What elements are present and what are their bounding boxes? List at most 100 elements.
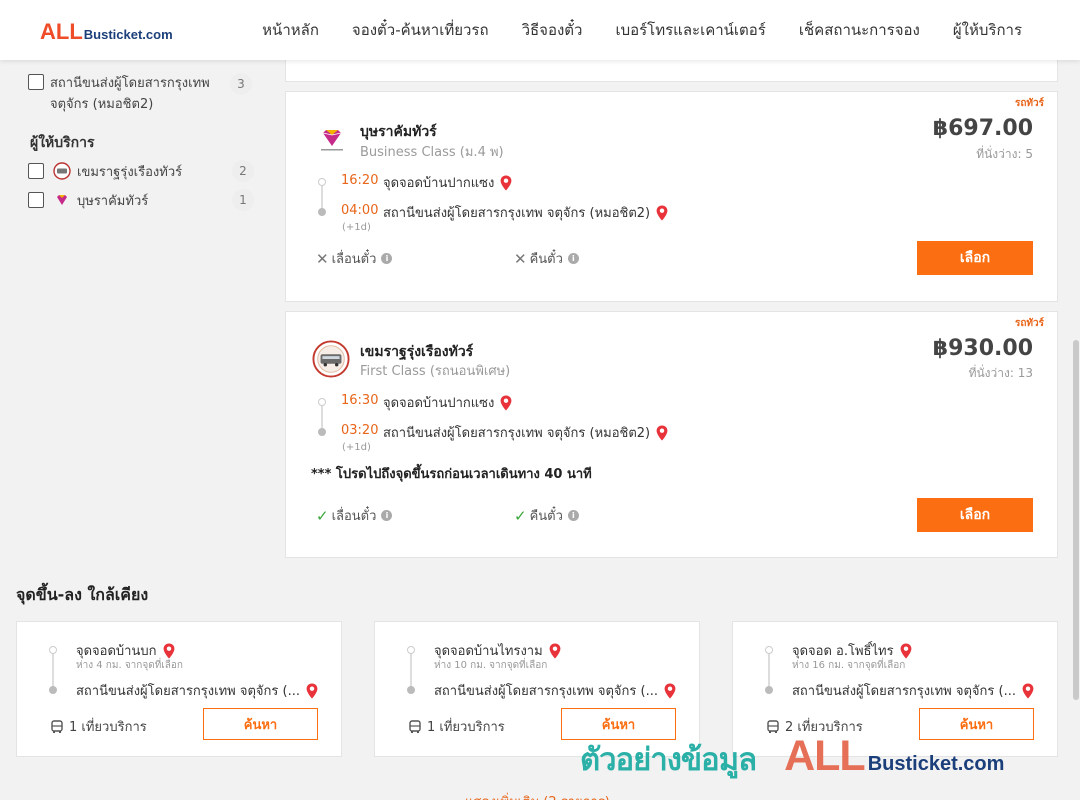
- operator-filter-row[interactable]: บุษราคัมทัวร์ 1: [28, 189, 258, 211]
- watermark-sample-text: ตัวอย่างข้อมูล: [580, 742, 757, 778]
- top-header: ALL Busticket.com หน้าหลัก จองตั๋ว-ค้นหา…: [0, 0, 1080, 60]
- from-dot: [49, 646, 57, 654]
- map-pin-icon[interactable]: [500, 175, 512, 191]
- arrive-time: 04:00: [341, 203, 379, 218]
- arrive-stop-label: สถานีขนส่งผู้โดยสารกรุงเทพ จตุจักร (หมอช…: [383, 426, 651, 441]
- trip-card: รถทัวร์ บุษราคัมทัวร์ Business Class (ม.…: [285, 91, 1058, 302]
- bus-class: Business Class (ม.4 พ): [360, 145, 504, 160]
- info-icon[interactable]: i: [381, 510, 393, 521]
- seats-available: ที่นั่งว่าง: 13: [968, 366, 1033, 380]
- refund-label: คืนตั๋ว: [529, 509, 563, 524]
- nearby-service-label: 1 เที่ยวบริการ: [427, 720, 505, 735]
- to-dot: [765, 686, 773, 694]
- arrive-stop-label: สถานีขนส่งผู้โดยสารกรุงเทพ จตุจักร (หมอช…: [383, 206, 651, 221]
- logo-busticket-text: Busticket.com: [83, 27, 173, 42]
- station-filter-label: สถานีขนส่งผู้โดยสารกรุงเทพ จตุจักร (หมอช…: [50, 76, 210, 112]
- info-icon[interactable]: i: [381, 253, 393, 264]
- from-dot: [765, 646, 773, 654]
- show-more-link[interactable]: แสดงเพิ่มเติม (2 รายการ): [465, 791, 610, 800]
- nav-book-search[interactable]: จองตั๋ว-ค้นหาเที่ยวรถ: [352, 18, 489, 42]
- nearby-service-count: 1 เที่ยวบริการ: [408, 716, 505, 737]
- site-logo[interactable]: ALL Busticket.com: [40, 19, 173, 45]
- check-icon: ✓: [514, 506, 527, 525]
- operators-filter-title: ผู้ให้บริการ: [30, 135, 95, 151]
- operator-name: บุษราคัมทัวร์: [360, 124, 437, 140]
- previous-trip-card: [285, 60, 1058, 82]
- postpone-label: เลื่อนตั๋ว: [331, 509, 377, 524]
- trip-type-tag: รถทัวร์: [1014, 98, 1044, 109]
- map-pin-icon[interactable]: [656, 425, 668, 441]
- operator-filter-row[interactable]: เขมราฐรุ่งเรืองทัวร์ 2: [28, 160, 258, 182]
- info-icon[interactable]: i: [567, 253, 579, 264]
- scrollbar-thumb[interactable]: [1073, 340, 1079, 700]
- station-filter-checkbox[interactable]: [28, 74, 44, 90]
- khemarat-tour-logo-icon: [312, 340, 350, 378]
- nearby-to-label: สถานีขนส่งผู้โดยสารกรุงเทพ จตุจักร (...: [434, 684, 658, 699]
- arrive-dot: [318, 208, 326, 216]
- bus-icon: [409, 719, 421, 733]
- operator-filter-count: 2: [232, 160, 254, 182]
- nearby-to-stop: สถานีขนส่งผู้โดยสารกรุงเทพ จตุจักร (...: [76, 680, 318, 701]
- nearby-to-label: สถานีขนส่งผู้โดยสารกรุงเทพ จตุจักร (...: [76, 684, 300, 699]
- nearby-search-button[interactable]: ค้นหา: [203, 708, 318, 740]
- map-pin-icon[interactable]: [500, 395, 512, 411]
- nearby-to-stop: สถานีขนส่งผู้โดยสารกรุงเทพ จตุจักร (...: [792, 680, 1034, 701]
- watermark: ตัวอย่างข้อมูล ALL Busticket.com: [580, 732, 1004, 784]
- map-pin-icon[interactable]: [656, 205, 668, 221]
- map-pin-icon[interactable]: [163, 643, 175, 659]
- postpone-ticket-option: ✓ เลื่อนตั๋ว i: [316, 505, 393, 526]
- operator-filter-checkbox[interactable]: [28, 192, 44, 208]
- bus-class: First Class (รถนอนพิเศษ): [360, 364, 511, 379]
- postpone-label: เลื่อนตั๋ว: [331, 252, 377, 267]
- nav-phone-counter[interactable]: เบอร์โทรและเคาน์เตอร์: [615, 18, 765, 42]
- refund-ticket-option: ✓ คืนตั๋ว i: [514, 505, 579, 526]
- depart-stop-label: จุดจอดบ้านปากแซง: [383, 176, 495, 191]
- info-icon[interactable]: i: [567, 510, 579, 521]
- refund-label: คืนตั๋ว: [529, 252, 563, 267]
- nav-home[interactable]: หน้าหลัก: [262, 18, 319, 42]
- to-dot: [49, 686, 57, 694]
- map-pin-icon[interactable]: [900, 643, 912, 659]
- nearby-distance: ห่าง 4 กม. จากจุดที่เลือก: [76, 660, 183, 671]
- depart-stop: จุดจอดบ้านปากแซง: [383, 172, 512, 193]
- trip-price: ฿697.00: [932, 116, 1033, 141]
- select-trip-button[interactable]: เลือก: [917, 498, 1033, 532]
- map-pin-icon[interactable]: [549, 643, 561, 659]
- check-icon: ✓: [316, 506, 329, 525]
- cross-icon: ✕: [316, 249, 329, 268]
- depart-dot: [318, 178, 326, 186]
- busarakham-tour-logo-icon: [321, 130, 343, 151]
- select-trip-button[interactable]: เลือก: [917, 241, 1033, 275]
- depart-dot: [318, 398, 326, 406]
- map-pin-icon[interactable]: [1022, 683, 1034, 699]
- refund-ticket-option: ✕ คืนตั๋ว i: [514, 248, 579, 269]
- trip-type-tag: รถทัวร์: [1014, 318, 1044, 329]
- arrive-time: 03:20: [341, 423, 379, 438]
- map-pin-icon[interactable]: [306, 683, 318, 699]
- route-line: [321, 402, 323, 430]
- map-pin-icon[interactable]: [664, 683, 676, 699]
- station-filter-row[interactable]: สถานีขนส่งผู้โดยสารกรุงเทพ จตุจักร (หมอช…: [28, 73, 258, 115]
- to-dot: [407, 686, 415, 694]
- operator-filter-checkbox[interactable]: [28, 163, 44, 179]
- nearby-service-count: 1 เที่ยวบริการ: [50, 716, 147, 737]
- nearby-stops-title: จุดขึ้น-ลง ใกล้เคียง: [16, 585, 149, 604]
- nearby-to-label: สถานีขนส่งผู้โดยสารกรุงเทพ จตุจักร (...: [792, 684, 1016, 699]
- seats-available: ที่นั่งว่าง: 5: [976, 147, 1033, 161]
- main-nav: หน้าหลัก จองตั๋ว-ค้นหาเที่ยวรถ วิธีจองตั…: [229, 0, 1022, 60]
- route-line: [321, 182, 323, 210]
- nav-check-booking[interactable]: เช็คสถานะการจอง: [799, 18, 920, 42]
- next-day-indicator: (+1d): [342, 442, 371, 453]
- arrive-dot: [318, 428, 326, 436]
- from-dot: [407, 646, 415, 654]
- nav-how-to-book[interactable]: วิธีจองตั๋ว: [522, 18, 583, 42]
- operator-filter-label: บุษราคัมทัวร์: [77, 193, 149, 209]
- depart-stop: จุดจอดบ้านปากแซง: [383, 392, 512, 413]
- watermark-busticket-text: Busticket.com: [867, 753, 1005, 775]
- next-day-indicator: (+1d): [342, 222, 371, 233]
- trip-card: รถทัวร์ เขมราฐรุ่งเรืองทัวร์ First Class…: [285, 311, 1058, 558]
- nav-operators[interactable]: ผู้ให้บริการ: [953, 18, 1022, 42]
- depart-stop-label: จุดจอดบ้านปากแซง: [383, 396, 495, 411]
- route-line: [410, 649, 412, 689]
- arrive-stop: สถานีขนส่งผู้โดยสารกรุงเทพ จตุจักร (หมอช…: [383, 202, 668, 223]
